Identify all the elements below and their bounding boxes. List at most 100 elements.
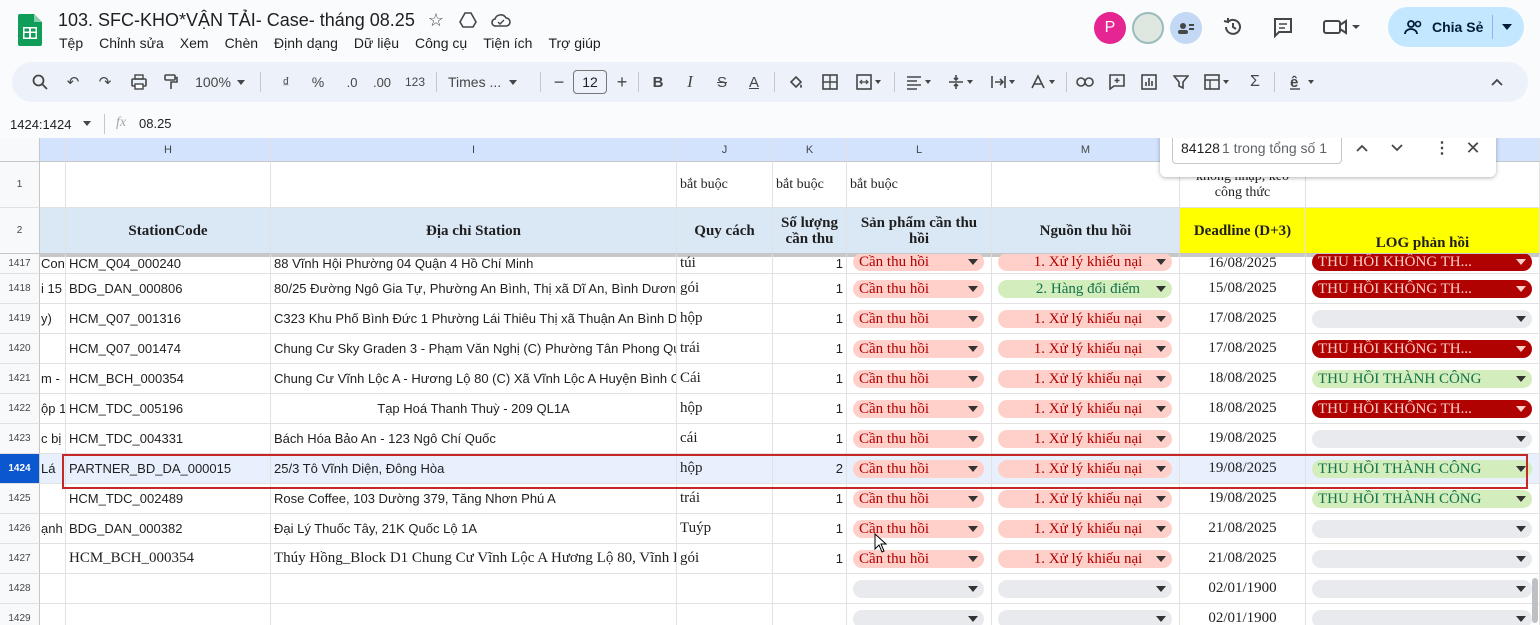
find-next-icon[interactable] (1387, 138, 1407, 158)
col-header-j[interactable]: J (677, 138, 773, 162)
dropdown-chip[interactable] (1312, 310, 1532, 328)
cell-h[interactable]: BDG_DAN_000382 (66, 514, 271, 544)
name-box-dropdown-icon[interactable] (83, 121, 91, 126)
cell-h[interactable]: HCM_BCH_000354 (66, 364, 271, 394)
cell-o-dropdown[interactable]: THU HỒI KHÔNG TH... (1306, 334, 1540, 364)
cell-j[interactable]: hộp (677, 304, 773, 334)
avatar[interactable]: P (1094, 12, 1126, 44)
cell-j[interactable]: trái (677, 334, 773, 364)
dropdown-chip[interactable] (1312, 580, 1532, 598)
row-header[interactable]: 1426 (0, 514, 40, 544)
chevron-down-icon[interactable] (1516, 406, 1526, 412)
move-to-drive-icon[interactable] (458, 10, 478, 30)
cell-n[interactable]: 02/01/1900 (1180, 604, 1306, 625)
chevron-down-icon[interactable] (1156, 406, 1166, 412)
cell-m-dropdown[interactable]: 1. Xử lý khiếu nại (992, 304, 1180, 334)
dropdown-chip[interactable]: Cần thu hồi (853, 370, 984, 388)
chevron-down-icon[interactable] (968, 586, 978, 592)
cell-l-dropdown[interactable]: Cần thu hồi (847, 304, 992, 334)
chevron-down-icon[interactable] (1516, 286, 1526, 292)
share-dropdown-icon[interactable] (1502, 24, 1512, 30)
video-call-icon[interactable] (1320, 14, 1362, 40)
collapse-toolbar-icon[interactable] (1486, 70, 1508, 94)
cell-m-dropdown[interactable]: 1. Xử lý khiếu nại (992, 424, 1180, 454)
cell-h[interactable] (66, 574, 271, 604)
cell-l-dropdown[interactable]: Cần thu hồi (847, 514, 992, 544)
cell-i[interactable]: 88 Vĩnh Hội Phường 04 Quận 4 Hồ Chí Minh (271, 254, 677, 274)
menu-file[interactable]: Tệp (59, 35, 83, 51)
dropdown-chip[interactable]: THU HỒI KHÔNG TH... (1312, 400, 1532, 418)
cell-g[interactable]: ộp 1 (40, 394, 66, 424)
cell-o-dropdown[interactable]: THU HỒI KHÔNG TH... (1306, 274, 1540, 304)
chevron-down-icon[interactable] (968, 406, 978, 412)
cell-k[interactable] (773, 574, 847, 604)
cell-m-dropdown[interactable]: 1. Xử lý khiếu nại (992, 334, 1180, 364)
cell-k[interactable]: 1 (773, 274, 847, 304)
cell-g[interactable]: m - (40, 364, 66, 394)
cell-g[interactable]: ạnh (40, 514, 66, 544)
dropdown-chip[interactable]: 1. Xử lý khiếu nại (998, 310, 1172, 328)
row-header[interactable]: 1424 (0, 454, 40, 484)
dropdown-chip[interactable]: Cần thu hồi (853, 400, 984, 418)
functions-icon[interactable]: Σ (1244, 70, 1266, 94)
strikethrough-icon[interactable]: S (712, 70, 732, 94)
insert-comment-icon[interactable] (1106, 70, 1128, 94)
cell-k[interactable]: 1 (773, 334, 847, 364)
dropdown-chip[interactable]: THU HỒI KHÔNG TH... (1312, 254, 1532, 271)
row-header[interactable]: 1420 (0, 334, 40, 364)
zoom-select[interactable]: 100% (192, 70, 248, 94)
find-more-options-icon[interactable]: ⋮ (1432, 138, 1452, 158)
cell-h[interactable]: HCM_Q04_000240 (66, 254, 271, 274)
chevron-down-icon[interactable] (968, 259, 978, 265)
col-header-h[interactable]: H (66, 138, 271, 162)
italic-icon[interactable]: I (680, 70, 700, 94)
cell-g[interactable]: y) (40, 304, 66, 334)
star-icon[interactable]: ☆ (426, 10, 446, 30)
cell-g[interactable]: c bị (40, 424, 66, 454)
text-color-icon[interactable]: A (744, 70, 764, 94)
cell-j[interactable] (677, 604, 773, 625)
meet-present-icon[interactable] (1170, 12, 1202, 44)
undo-icon[interactable]: ↶ (62, 70, 84, 94)
text-wrapping-icon[interactable] (986, 70, 1020, 94)
chevron-down-icon[interactable] (968, 316, 978, 322)
cell-l-dropdown[interactable]: Cần thu hồi (847, 254, 992, 274)
cell-n[interactable]: 21/08/2025 (1180, 514, 1306, 544)
dropdown-chip[interactable]: 1. Xử lý khiếu nại (998, 550, 1172, 568)
cell-h[interactable]: HCM_BCH_000354 (66, 544, 271, 574)
chevron-down-icon[interactable] (1516, 346, 1526, 352)
col-header-k[interactable]: K (773, 138, 847, 162)
find-input[interactable]: 84128 1 trong tổng số 1 (1172, 138, 1342, 164)
cell-j[interactable]: túi (677, 254, 773, 274)
input-tools-icon[interactable]: ê (1284, 70, 1324, 94)
chevron-down-icon[interactable] (1156, 286, 1166, 292)
chevron-down-icon[interactable] (968, 526, 978, 532)
cell-h[interactable] (66, 604, 271, 625)
cell-o-dropdown[interactable]: THU HỒI KHÔNG TH... (1306, 394, 1540, 424)
dropdown-chip[interactable] (998, 610, 1172, 625)
percent-format-button[interactable]: % (308, 70, 328, 94)
paint-format-icon[interactable] (160, 70, 182, 94)
chevron-down-icon[interactable] (1516, 436, 1526, 442)
chevron-down-icon[interactable] (1156, 316, 1166, 322)
cell-j[interactable]: Cái (677, 364, 773, 394)
cell-o-dropdown[interactable] (1306, 544, 1540, 574)
cell-i[interactable]: Tạp Hoá Thanh Thuỳ - 209 QL1A (271, 394, 677, 424)
cell-l-dropdown[interactable]: Cần thu hồi (847, 334, 992, 364)
cell-m-dropdown[interactable]: 1. Xử lý khiếu nại (992, 254, 1180, 274)
text-rotation-icon[interactable] (1026, 70, 1060, 94)
dropdown-chip[interactable] (1312, 430, 1532, 448)
dropdown-chip[interactable] (998, 580, 1172, 598)
cell-j[interactable]: hộp (677, 394, 773, 424)
chevron-down-icon[interactable] (1516, 526, 1526, 532)
cell-o-dropdown[interactable]: THU HỒI KHÔNG TH... (1306, 254, 1540, 274)
chevron-down-icon[interactable] (968, 286, 978, 292)
cell-g[interactable]: Con (40, 254, 66, 274)
cell-j[interactable]: gói (677, 274, 773, 304)
cell-k[interactable]: 1 (773, 364, 847, 394)
cell-o-dropdown[interactable] (1306, 604, 1540, 625)
dropdown-chip[interactable]: 1. Xử lý khiếu nại (998, 340, 1172, 358)
horizontal-align-icon[interactable] (902, 70, 936, 94)
dropdown-chip[interactable]: 2. Hàng đổi điểm (998, 280, 1172, 298)
row-header[interactable]: 1419 (0, 304, 40, 334)
